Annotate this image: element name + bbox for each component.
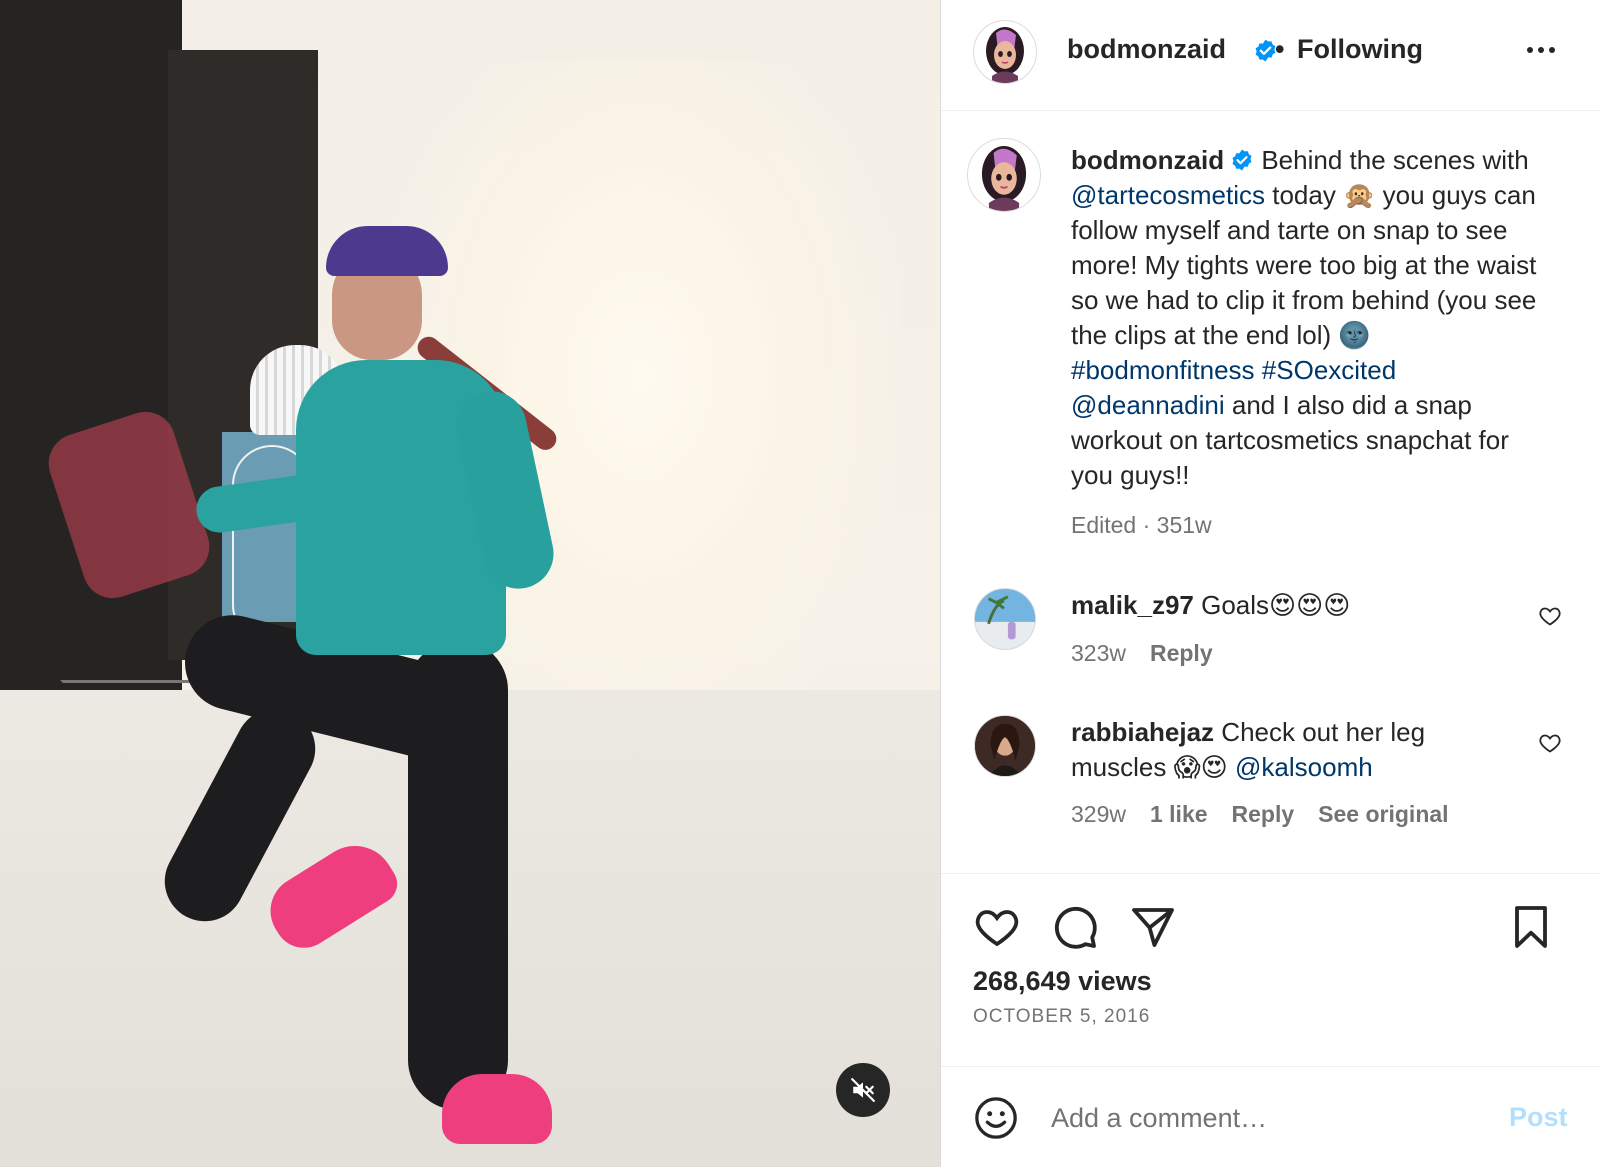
portrait-photo-avatar-icon	[975, 716, 1035, 776]
comment-age: 323w	[1071, 640, 1126, 666]
post-comment-button[interactable]: Post	[1509, 1102, 1568, 1133]
reply-button[interactable]: Reply	[1150, 640, 1213, 667]
composer-divider	[941, 1066, 1600, 1067]
mute-toggle-button[interactable]	[836, 1063, 890, 1117]
post-date[interactable]: OCTOBER 5, 2016	[973, 1006, 1150, 1028]
commenter-avatar[interactable]	[974, 588, 1036, 650]
mention-link-tartecosmetics[interactable]: @tartecosmetics	[1071, 180, 1265, 210]
caption-author-avatar[interactable]	[967, 138, 1041, 212]
comment-age: 329w	[1071, 801, 1126, 827]
heart-icon[interactable]	[973, 903, 1021, 951]
post-video[interactable]	[0, 0, 940, 1167]
hashtag-link-soexcited[interactable]: #SOexcited	[1262, 355, 1396, 385]
paper-plane-icon[interactable]	[1129, 903, 1177, 951]
mention-link-deannadini[interactable]: @deannadini	[1071, 390, 1225, 420]
figure-standing-leg	[408, 640, 508, 1110]
caption-meta: Edited · 351w	[1071, 512, 1212, 538]
verified-badge-icon	[1232, 149, 1252, 171]
add-comment-input[interactable]	[1051, 1096, 1471, 1140]
comment-username[interactable]: malik_z97	[1071, 590, 1194, 620]
comment-meta: 323w Reply	[1071, 640, 1213, 667]
view-count[interactable]: 268,649 views	[973, 966, 1152, 997]
more-options-icon[interactable]	[1525, 38, 1557, 62]
comment-meta: 329w 1 like Reply See original	[1071, 801, 1449, 828]
comment-like-heart-icon[interactable]	[1538, 604, 1562, 628]
cartoon-avatar-icon	[974, 21, 1036, 83]
bookmark-icon[interactable]	[1507, 903, 1555, 951]
figure-headband	[326, 226, 448, 276]
header-username[interactable]: bodmonzaid	[1067, 34, 1226, 65]
comment-bubble-icon[interactable]	[1051, 903, 1099, 951]
comment-body: rabbiahejaz Check out her leg muscles 😱😍…	[1071, 715, 1521, 785]
caption-text-1: Behind the scenes with	[1261, 145, 1529, 175]
comment-username[interactable]: rabbiahejaz	[1071, 717, 1214, 747]
see-original-button[interactable]: See original	[1318, 801, 1448, 828]
caption-username[interactable]: bodmonzaid	[1071, 145, 1224, 175]
header-separator: •	[1275, 34, 1285, 64]
reply-button[interactable]: Reply	[1232, 801, 1295, 828]
emoji-smiley-icon[interactable]	[973, 1095, 1019, 1141]
caption-space-1	[1255, 355, 1262, 385]
post-header: bodmonzaid • Following	[941, 0, 1600, 111]
speaker-muted-icon	[851, 1078, 875, 1102]
comment-text: Goals😍😍😍	[1201, 590, 1351, 620]
mention-link-kalsoomh[interactable]: @kalsoomh	[1235, 752, 1373, 782]
beach-photo-avatar-icon	[975, 589, 1035, 649]
comment-body: malik_z97 Goals😍😍😍	[1071, 588, 1521, 623]
hashtag-link-bodmonfitness[interactable]: #bodmonfitness	[1071, 355, 1255, 385]
post-side-panel: bodmonzaid • Following bodmonzaid Behind…	[941, 0, 1600, 1167]
cartoon-avatar-icon	[968, 139, 1040, 211]
author-avatar[interactable]	[973, 20, 1037, 84]
commenter-avatar[interactable]	[974, 715, 1036, 777]
following-button[interactable]: Following	[1297, 34, 1423, 65]
comment-like-heart-icon[interactable]	[1538, 731, 1562, 755]
comment-likes-count[interactable]: 1 like	[1150, 801, 1208, 828]
actions-divider	[941, 873, 1600, 874]
figure-shoe-standing	[442, 1074, 552, 1144]
post-caption: bodmonzaid Behind the scenes with @tarte…	[1071, 143, 1549, 493]
